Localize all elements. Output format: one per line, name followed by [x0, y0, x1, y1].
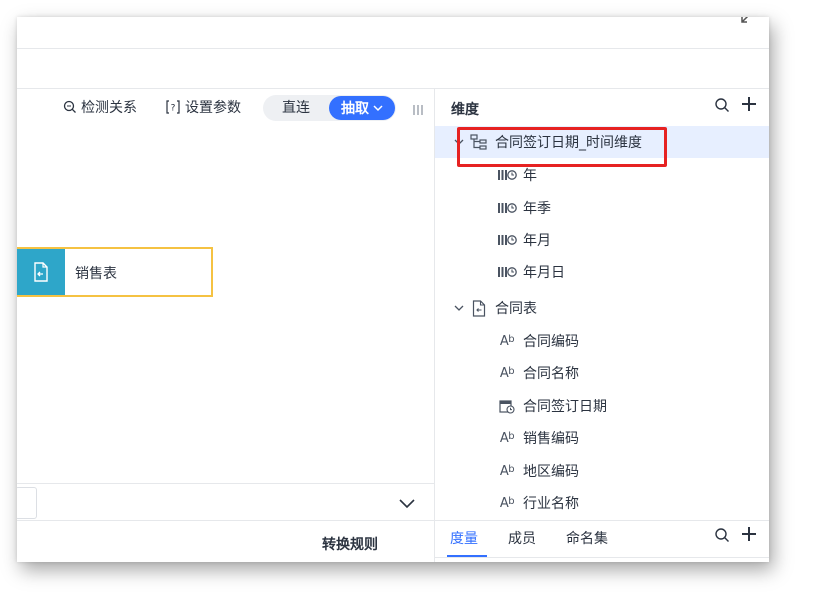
- node-label: 销售表: [75, 266, 117, 282]
- table-file-icon: [469, 299, 489, 317]
- tree-item-label: 地区编码: [523, 464, 579, 480]
- mode-extract-option[interactable]: 抽取: [329, 96, 395, 120]
- tree-item-label: 年: [523, 168, 537, 184]
- chevron-down-icon: [373, 105, 383, 112]
- tree-item-time-level[interactable]: 年月日: [435, 256, 769, 288]
- tree-item-field[interactable]: 合同签订日期: [435, 390, 769, 422]
- collapse-icon[interactable]: [738, 17, 752, 31]
- chevron-down-icon[interactable]: [451, 304, 467, 312]
- mode-extract-label: 抽取: [341, 101, 369, 117]
- text-field-icon: Ab: [499, 365, 515, 381]
- chevron-down-icon[interactable]: [398, 495, 416, 514]
- svg-text:?: ?: [171, 104, 176, 114]
- search-icon[interactable]: [714, 97, 730, 117]
- rule-input[interactable]: [17, 487, 37, 519]
- tree-item-field[interactable]: Ab 地区编码: [435, 455, 769, 487]
- text-field-icon: Ab: [499, 463, 515, 479]
- connection-mode-toggle: 直连 抽取: [263, 95, 396, 121]
- app-window: 检测关系 ? 设置参数 直连 抽取 销售表 转换规则 维度 合同签订日期_时间维…: [17, 17, 769, 562]
- params-icon: ?: [166, 100, 180, 114]
- tree-item-table[interactable]: 合同表: [435, 292, 769, 324]
- tree-item-label: 行业名称: [523, 496, 579, 512]
- divider: [17, 48, 769, 49]
- divider: [17, 520, 434, 521]
- set-params-label: 设置参数: [185, 100, 241, 116]
- column-view-icon[interactable]: [413, 101, 423, 120]
- tree-item-label: 合同签订日期: [523, 399, 607, 415]
- text-field-icon: Ab: [499, 333, 515, 349]
- tree-item-label: 合同名称: [523, 366, 579, 382]
- tree-item-field[interactable]: Ab 合同名称: [435, 357, 769, 389]
- transform-rule-label: 转换规则: [322, 537, 378, 553]
- table-file-icon: [17, 249, 65, 295]
- tree-item-label: 合同表: [495, 301, 537, 317]
- add-icon[interactable]: [740, 525, 758, 547]
- tree-item-field[interactable]: Ab 销售编码: [435, 422, 769, 454]
- set-params-button[interactable]: ? 设置参数: [165, 97, 241, 117]
- add-icon[interactable]: [740, 95, 758, 117]
- divider: [17, 483, 434, 484]
- divider: [435, 520, 769, 521]
- detect-icon: [63, 100, 76, 113]
- calendar-level-icon: [497, 168, 517, 182]
- divider: [435, 557, 769, 558]
- tree-item-label: 销售编码: [523, 431, 579, 447]
- tree-item-label: 年季: [523, 201, 551, 217]
- tree-item-field[interactable]: Ab 合同编码: [435, 325, 769, 357]
- calendar-level-icon: [497, 233, 517, 247]
- tree-item-time-level[interactable]: 年月: [435, 224, 769, 256]
- tab-measures[interactable]: 度量: [450, 528, 478, 548]
- detect-relation-button[interactable]: 检测关系: [63, 97, 137, 117]
- table-node-sales[interactable]: 销售表: [17, 247, 213, 297]
- calendar-level-icon: [497, 265, 517, 279]
- tab-named-sets[interactable]: 命名集: [566, 528, 608, 548]
- date-field-icon: [497, 399, 517, 414]
- search-icon[interactable]: [714, 527, 730, 547]
- tree-item-label: 年月日: [523, 265, 565, 281]
- tree-item-label: 年月: [523, 233, 551, 249]
- mode-direct-option[interactable]: 直连: [263, 95, 329, 121]
- highlight-annotation: [457, 127, 667, 167]
- text-field-icon: Ab: [499, 495, 515, 511]
- text-field-icon: Ab: [499, 430, 515, 446]
- tree-item-time-level[interactable]: 年季: [435, 192, 769, 224]
- calendar-level-icon: [497, 201, 517, 215]
- tab-members[interactable]: 成员: [508, 528, 536, 548]
- dimension-panel-title: 维度: [451, 102, 479, 118]
- detect-relation-label: 检测关系: [81, 100, 137, 116]
- divider: [17, 88, 769, 89]
- tree-item-label: 合同编码: [523, 334, 579, 350]
- tree-item-field[interactable]: Ab 行业名称: [435, 487, 769, 519]
